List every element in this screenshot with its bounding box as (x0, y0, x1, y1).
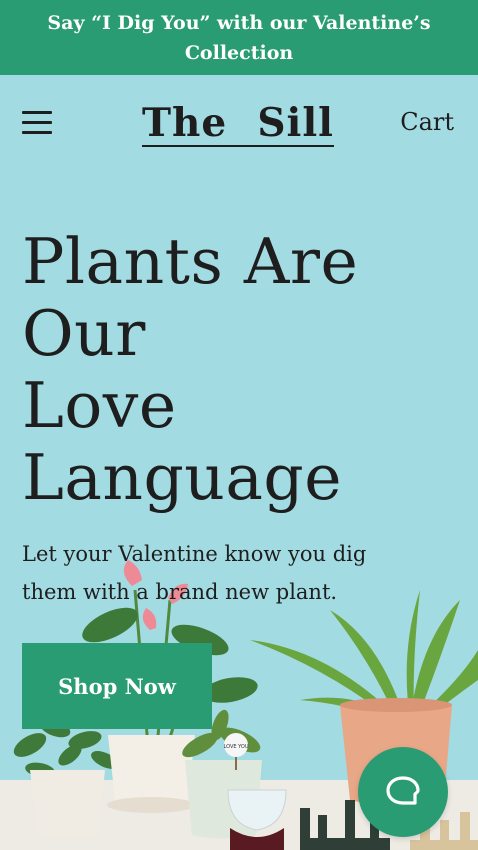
hamburger-icon-line (22, 121, 52, 124)
hero-title-line: Plants Are (22, 225, 359, 298)
hero-title-line: Language (22, 441, 343, 514)
promo-banner-text: Say “I Dig You” with our Valentine’s Col… (47, 11, 431, 64)
hero-title-line: Our (22, 297, 146, 370)
hero-subtitle: Let your Valentine know you dig them wit… (22, 542, 367, 604)
chat-bubble-icon (386, 776, 420, 805)
logo-word-2: Sill (257, 100, 334, 146)
menu-button[interactable] (22, 111, 54, 135)
chat-button[interactable] (358, 747, 448, 837)
cart-link[interactable]: Cart (400, 107, 454, 137)
promo-banner[interactable]: Say “I Dig You” with our Valentine’s Col… (0, 0, 478, 75)
hamburger-icon (22, 111, 52, 114)
hamburger-icon-line (22, 131, 52, 134)
plant-tag-text: LOVE YOU (224, 744, 249, 750)
shop-now-button[interactable]: Shop Now (22, 643, 212, 729)
site-logo[interactable]: The Sill (142, 97, 334, 147)
site-header: The Sill Cart (0, 75, 478, 170)
hero-title: Plants Are Our Love Language (22, 226, 362, 514)
hero-title-line: Love (22, 369, 177, 442)
logo-word-1: The (142, 100, 228, 146)
